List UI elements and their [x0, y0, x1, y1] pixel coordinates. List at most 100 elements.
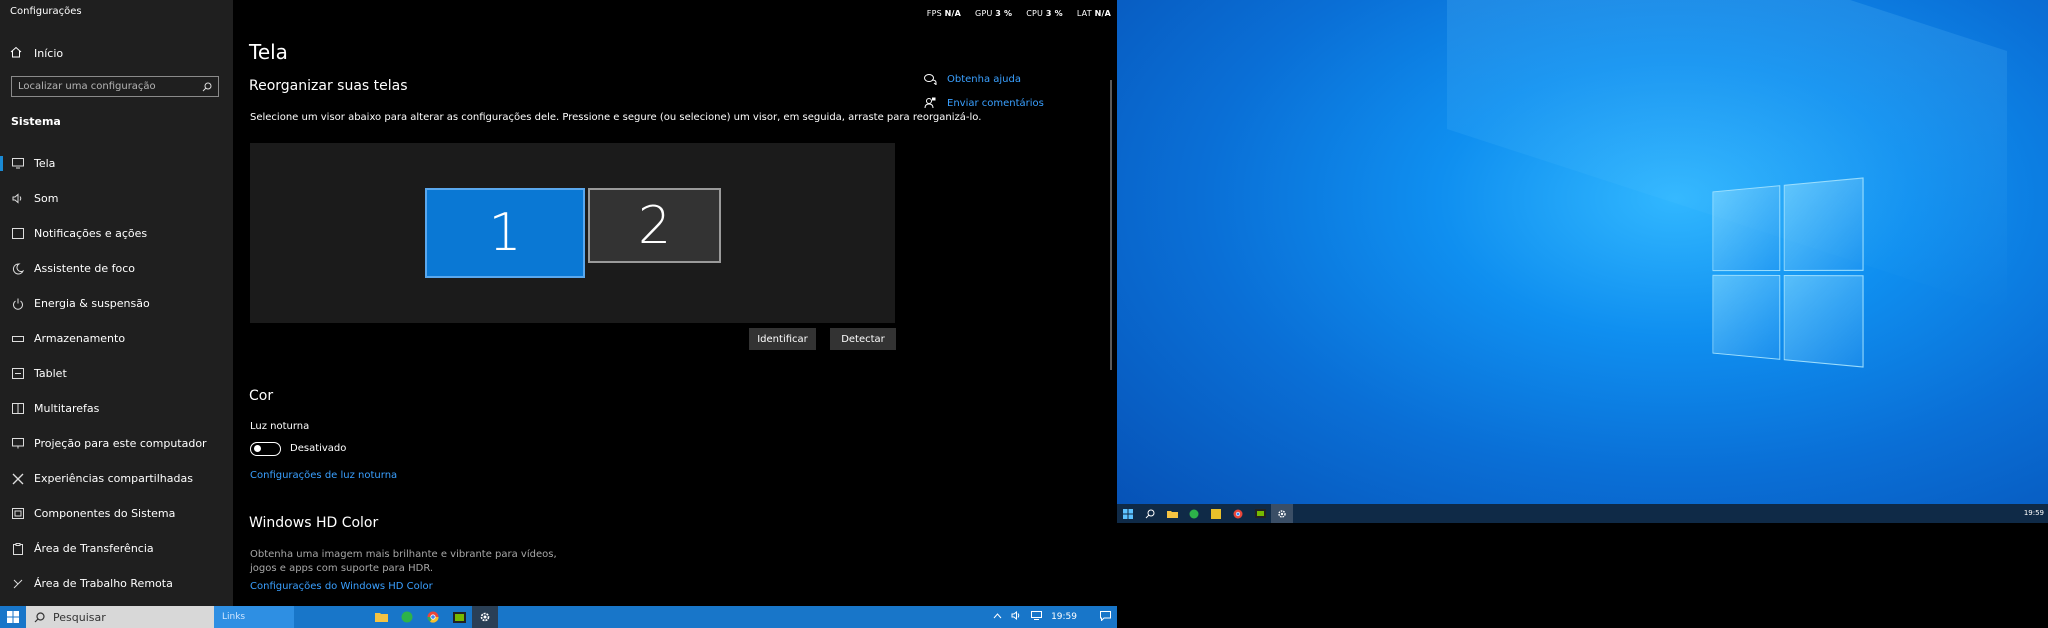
sidebar-item-componentes[interactable]: Componentes do Sistema: [0, 496, 233, 531]
sidebar-item-label: Tablet: [34, 367, 67, 380]
sidebar-item-multitarefas[interactable]: Multitarefas: [0, 391, 233, 426]
chat-app-icon: [401, 611, 413, 623]
secondary-search-button[interactable]: [1139, 504, 1161, 523]
night-light-settings-link[interactable]: Configurações de luz noturna: [250, 470, 397, 481]
sidebar-item-label: Som: [34, 192, 58, 205]
taskbar-chrome[interactable]: [420, 606, 446, 628]
sidebar-item-armazenamento[interactable]: Armazenamento: [0, 321, 233, 356]
send-feedback-label: Enviar comentários: [947, 98, 1044, 109]
secondary-taskbar: 19:59: [1117, 504, 2048, 523]
secondary-app-yellow[interactable]: [1205, 504, 1227, 523]
nvidia-icon: [453, 612, 466, 623]
sidebar-item-label: Projeção para este computador: [34, 437, 207, 450]
monitor-1-tile[interactable]: 1: [425, 188, 585, 278]
settings-sidebar: Configurações Início Sistema Tela: [0, 0, 233, 606]
feedback-icon: [923, 97, 937, 109]
chat-help-icon: [923, 74, 937, 85]
logo-pane: [1712, 185, 1780, 270]
content-scrollbar[interactable]: [1110, 80, 1112, 370]
taskbar-settings[interactable]: [472, 606, 498, 628]
folder-icon: [1167, 510, 1178, 518]
settings-content: FPS N/A GPU 3 % CPU 3 % LAT N/A Tela Reo…: [233, 0, 1117, 606]
night-light-toggle[interactable]: [250, 442, 281, 456]
nvidia-icon: [1255, 509, 1266, 518]
sidebar-item-label: Área de Transferência: [34, 542, 154, 555]
start-button[interactable]: [0, 606, 26, 628]
detect-button[interactable]: Detectar: [830, 328, 896, 350]
volume-icon[interactable]: [1011, 611, 1022, 623]
secondary-start-button[interactable]: [1117, 504, 1139, 523]
action-center-icon[interactable]: [1100, 611, 1111, 624]
hdr-section-title: Windows HD Color: [249, 515, 378, 531]
hdr-settings-link[interactable]: Configurações do Windows HD Color: [250, 581, 433, 592]
sidebar-home[interactable]: Início: [10, 46, 63, 61]
taskbar-file-explorer[interactable]: [368, 606, 394, 628]
identify-button[interactable]: Identificar: [749, 328, 816, 350]
components-icon: [11, 507, 25, 521]
network-icon[interactable]: [1031, 611, 1042, 623]
arrange-section-title: Reorganizar suas telas: [249, 78, 408, 94]
sidebar-item-label: Componentes do Sistema: [34, 507, 175, 520]
cpu-readout: CPU 3 %: [1026, 9, 1063, 18]
primary-monitor: Configurações Início Sistema Tela: [0, 0, 1117, 628]
windows-wallpaper-logo: [1712, 177, 1863, 367]
monitor-2-tile[interactable]: 2: [588, 188, 721, 263]
search-icon[interactable]: [202, 77, 212, 96]
sidebar-item-label: Energia & suspensão: [34, 297, 150, 310]
fps-readout: FPS N/A: [927, 9, 961, 18]
sidebar-item-projecao[interactable]: Projeção para este computador: [0, 426, 233, 461]
secondary-file-explorer[interactable]: [1161, 504, 1183, 523]
settings-search-input[interactable]: [18, 81, 202, 92]
sidebar-item-label: Assistente de foco: [34, 262, 135, 275]
home-icon: [10, 46, 22, 61]
sidebar-item-energia[interactable]: Energia & suspensão: [0, 286, 233, 321]
links-toolbar-label: Links: [222, 612, 245, 622]
taskbar-nvidia[interactable]: [446, 606, 472, 628]
send-feedback-link[interactable]: Enviar comentários: [923, 97, 1044, 109]
display-arrangement-area[interactable]: 1 2: [250, 143, 895, 323]
taskbar-search-box[interactable]: Pesquisar: [26, 606, 214, 628]
links-toolbar[interactable]: Links: [214, 606, 294, 628]
secondary-app-green[interactable]: [1183, 504, 1205, 523]
arrange-description: Selecione um visor abaixo para alterar a…: [250, 112, 981, 123]
color-section-title: Cor: [249, 388, 273, 404]
sidebar-item-label: Notificações e ações: [34, 227, 147, 240]
sidebar-nav: Tela Som Notificações e ações Assistente…: [0, 146, 233, 601]
sidebar-home-label: Início: [34, 47, 63, 60]
secondary-clock[interactable]: 19:59: [2024, 509, 2044, 517]
taskbar-app-green[interactable]: [394, 606, 420, 628]
notification-icon: [11, 227, 25, 241]
settings-search-box[interactable]: [11, 76, 219, 97]
performance-overlay: FPS N/A GPU 3 % CPU 3 % LAT N/A: [927, 9, 1111, 18]
toggle-state-label: Desativado: [290, 443, 346, 454]
sidebar-item-area-transferencia[interactable]: Área de Transferência: [0, 531, 233, 566]
taskbar-search-placeholder: Pesquisar: [53, 611, 106, 624]
secondary-nvidia[interactable]: [1249, 504, 1271, 523]
sidebar-item-label: Área de Trabalho Remota: [34, 577, 173, 590]
sidebar-item-tablet[interactable]: Tablet: [0, 356, 233, 391]
get-help-link[interactable]: Obtenha ajuda: [923, 74, 1021, 85]
primary-taskbar: Pesquisar Links 19:59: [0, 606, 1117, 628]
chrome-icon: [427, 611, 439, 623]
chevron-up-icon[interactable]: [993, 612, 1002, 622]
gpu-readout: GPU 3 %: [975, 9, 1012, 18]
search-icon: [1145, 509, 1155, 519]
window-title: Configurações: [10, 6, 82, 17]
sidebar-item-tela[interactable]: Tela: [0, 146, 233, 181]
clock[interactable]: 19:59: [1051, 612, 1077, 622]
sidebar-item-som[interactable]: Som: [0, 181, 233, 216]
windows-logo-icon: [1123, 509, 1133, 519]
sidebar-item-label: Multitarefas: [34, 402, 99, 415]
display-icon: [11, 157, 25, 171]
multitask-icon: [11, 402, 25, 416]
sidebar-item-assistente-foco[interactable]: Assistente de foco: [0, 251, 233, 286]
sidebar-item-label: Experiências compartilhadas: [34, 472, 193, 485]
secondary-chrome[interactable]: [1227, 504, 1249, 523]
sidebar-item-experiencias[interactable]: Experiências compartilhadas: [0, 461, 233, 496]
remote-icon: [11, 577, 25, 591]
gear-icon: [479, 611, 491, 623]
taskbar-pinned-apps: [368, 606, 498, 628]
sidebar-item-notificacoes[interactable]: Notificações e ações: [0, 216, 233, 251]
secondary-settings[interactable]: [1271, 504, 1293, 523]
sidebar-item-area-remota[interactable]: Área de Trabalho Remota: [0, 566, 233, 601]
